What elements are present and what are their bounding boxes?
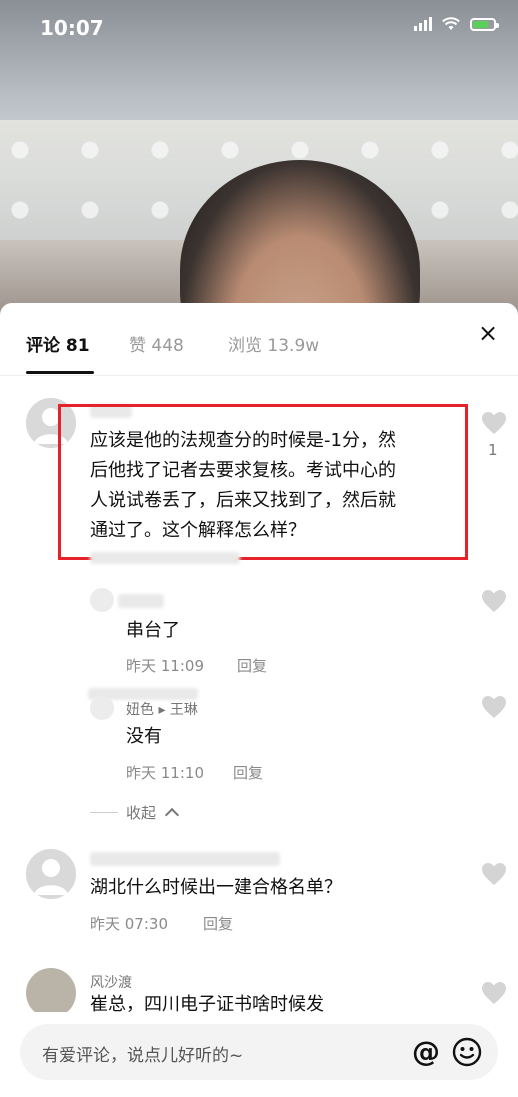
collapse-divider <box>90 812 118 813</box>
comment-time: 昨天 07:30 <box>90 915 168 933</box>
reply-time: 昨天 11:10 <box>126 764 204 782</box>
heart-icon[interactable] <box>481 981 507 1005</box>
comment-text: 湖北什么时候出一建合格名单？ <box>90 877 342 898</box>
heart-icon[interactable] <box>481 695 507 719</box>
blurred-reply-username <box>118 594 164 608</box>
reply-button[interactable]: 回复 <box>237 655 267 676</box>
emoji-icon[interactable] <box>452 1037 482 1067</box>
comment-input[interactable]: 有爱评论，说点儿好听的~ @ <box>20 1024 498 1080</box>
blurred-meta <box>90 552 240 564</box>
heart-icon[interactable] <box>481 411 507 435</box>
at-mention-icon[interactable]: @ <box>412 1035 440 1068</box>
status-icons <box>414 17 499 31</box>
reply-username[interactable]: 妞色 ▸ 王琳 <box>126 699 198 719</box>
avatar[interactable] <box>26 849 76 899</box>
heart-icon[interactable] <box>481 862 507 886</box>
reply-text: 串台了 <box>126 620 180 641</box>
close-icon[interactable]: × <box>476 321 500 345</box>
heart-icon[interactable] <box>481 589 507 613</box>
reply-avatar[interactable] <box>90 588 114 612</box>
tab-likes[interactable]: 赞 448 <box>129 331 184 356</box>
tab-divider <box>0 375 518 376</box>
collapse-button[interactable]: 收起 <box>126 802 179 823</box>
avatar[interactable] <box>26 968 76 1018</box>
status-time: 10:07 <box>40 16 104 40</box>
reply-button[interactable]: 回复 <box>203 913 233 934</box>
comment-text: 崔总，四川电子证书啥时候发 <box>90 994 324 1014</box>
comment-input-placeholder: 有爱评论，说点儿好听的~ <box>42 1046 244 1066</box>
reply-text: 没有 <box>126 726 162 747</box>
highlight-annotation <box>58 404 468 560</box>
wifi-icon <box>442 17 460 30</box>
tab-bar: 评论 81 赞 448 浏览 13.9w × <box>0 303 518 375</box>
chevron-up-icon <box>164 807 179 823</box>
tab-underline <box>26 371 94 374</box>
reply-avatar[interactable] <box>90 696 114 720</box>
signal-icon <box>414 17 432 31</box>
battery-icon <box>470 17 499 31</box>
reply-time: 昨天 11:09 <box>126 657 204 675</box>
blurred-username <box>90 852 280 866</box>
status-bar: 10:07 <box>0 0 518 56</box>
reply-button[interactable]: 回复 <box>233 762 263 783</box>
tab-comments[interactable]: 评论 81 <box>26 331 90 356</box>
like-count: 1 <box>488 441 498 459</box>
tab-views[interactable]: 浏览 13.9w <box>228 331 319 356</box>
default-avatar-icon <box>26 849 76 899</box>
comment-username[interactable]: 风沙渡 <box>90 972 132 992</box>
